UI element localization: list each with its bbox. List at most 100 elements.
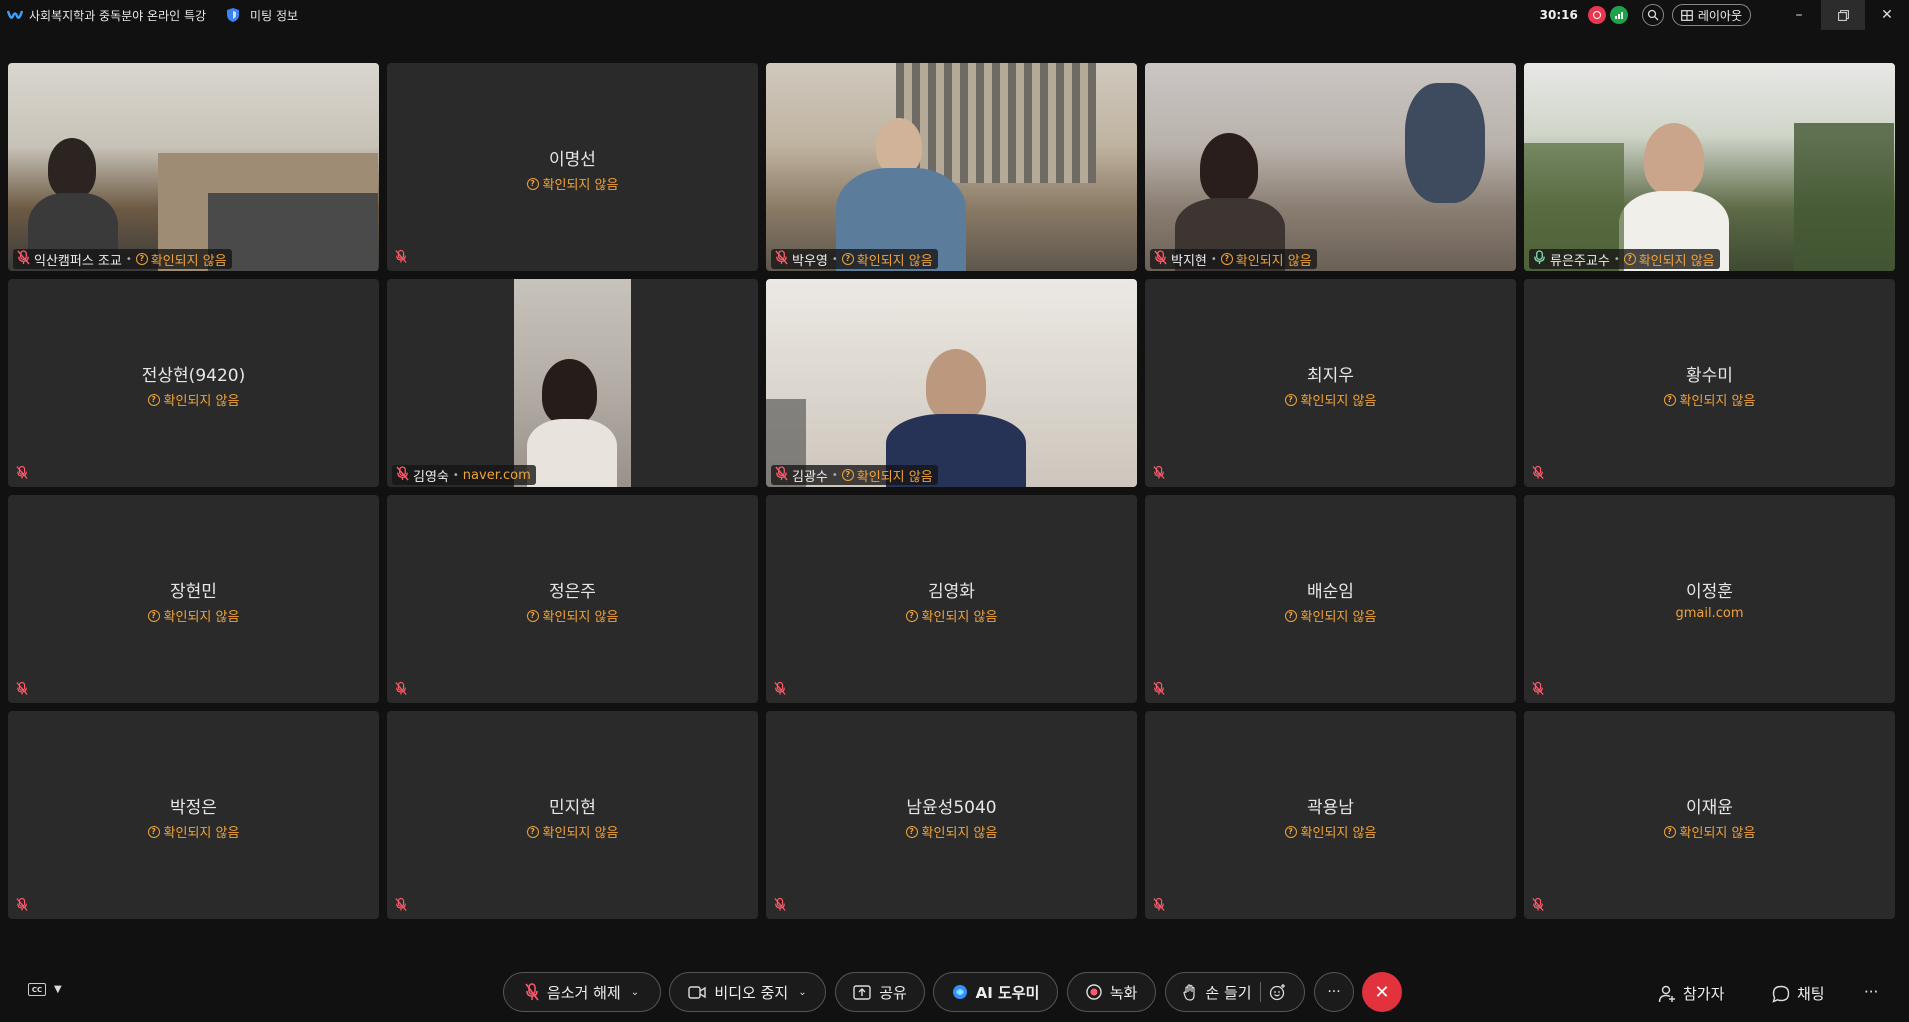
participant-status: ? 확인되지 않음 <box>766 606 1137 625</box>
participant-tile[interactable]: 김영숙 • naver.com <box>387 279 758 487</box>
chat-label: 채팅 <box>1797 985 1825 1003</box>
recording-icon[interactable] <box>1587 6 1606 24</box>
participant-status: ? 확인되지 않음 <box>1145 390 1516 409</box>
participant-tile[interactable]: 전상현(9420)? 확인되지 않음 <box>8 279 379 487</box>
mic-off-icon <box>1532 681 1546 697</box>
more-options-button[interactable]: ··· <box>1314 972 1354 1012</box>
mic-off-icon <box>16 465 30 481</box>
participant-status: naver.com <box>463 468 531 483</box>
mic-off-icon <box>395 897 409 913</box>
ai-assistant-button[interactable]: AI 도우미 <box>933 972 1058 1012</box>
chat-button[interactable]: 채팅 <box>1772 983 1825 1004</box>
meeting-timer: 30:16 <box>1539 8 1578 22</box>
chat-icon <box>1772 985 1790 1003</box>
participant-tile[interactable]: 황수미? 확인되지 않음 <box>1524 279 1895 487</box>
ai-assistant-label: AI 도우미 <box>975 983 1040 1002</box>
participant-tile[interactable]: 곽용남? 확인되지 않음 <box>1145 711 1516 919</box>
mic-off-icon <box>1532 465 1546 481</box>
meeting-info-link[interactable]: 미팅 정보 <box>250 7 298 24</box>
participant-tile[interactable]: 김광수 •? 확인되지 않음 <box>766 279 1137 487</box>
participant-name: 류은주교수 <box>1550 253 1610 269</box>
share-icon <box>853 984 871 1000</box>
raise-hand-button[interactable]: 손 들기 <box>1165 972 1305 1012</box>
participant-name: 민지현 <box>549 798 596 818</box>
participant-name: 박우영 <box>792 253 828 269</box>
participant-tile[interactable]: 이정훈 gmail.com <box>1524 495 1895 703</box>
participant-tile[interactable]: 장현민? 확인되지 않음 <box>8 495 379 703</box>
restore-icon[interactable] <box>1821 0 1865 30</box>
record-button[interactable]: 녹화 <box>1067 972 1156 1012</box>
participant-name: 익산캠퍼스 조교 <box>34 253 122 269</box>
separator-dot: • <box>125 253 132 265</box>
participant-tile[interactable]: 박정은? 확인되지 않음 <box>8 711 379 919</box>
question-icon: ? <box>841 469 854 481</box>
meeting-title: 사회복지학과 중독분야 온라인 특강 <box>29 8 207 23</box>
mic-off-icon <box>775 249 788 269</box>
mic-off-icon <box>1154 249 1167 269</box>
question-icon: ? <box>1663 393 1676 406</box>
participant-name: 이재윤 <box>1686 798 1733 818</box>
ai-assistant-icon <box>952 985 967 999</box>
participant-name: 정은주 <box>549 582 596 602</box>
layout-button[interactable]: 레이아웃 <box>1671 4 1751 26</box>
question-icon: ? <box>905 825 918 838</box>
question-icon: ? <box>1663 825 1676 838</box>
participant-tile[interactable]: 류은주교수 •? 확인되지 않음 <box>1524 63 1895 271</box>
stop-video-button[interactable]: 비디오 중지 ⌄ <box>669 972 826 1012</box>
close-icon[interactable]: ✕ <box>1865 0 1909 30</box>
zoom-icon[interactable] <box>1641 4 1664 26</box>
participant-label: 류은주교수 •? 확인되지 않음 <box>1529 249 1720 269</box>
participant-tile[interactable]: 박우영 •? 확인되지 않음 <box>766 63 1137 271</box>
shield-icon[interactable] <box>224 6 242 24</box>
minimize-icon[interactable]: – <box>1777 0 1821 30</box>
participants-label: 참가자 <box>1683 985 1725 1003</box>
separator-dot: • <box>831 469 838 481</box>
participant-name: 남윤성5040 <box>906 798 997 818</box>
grid-icon <box>1680 9 1693 21</box>
more-right-button[interactable]: ··· <box>1864 983 1878 1001</box>
participant-name: 김광수 <box>792 469 828 485</box>
stop-video-label: 비디오 중지 <box>714 983 789 1002</box>
participants-button[interactable]: 참가자 <box>1658 983 1724 1004</box>
status-text: 확인되지 않음 <box>542 610 619 625</box>
mic-off-icon <box>1153 897 1167 913</box>
participant-status: ? 확인되지 않음 <box>1623 250 1715 269</box>
participant-tile[interactable]: 최지우? 확인되지 않음 <box>1145 279 1516 487</box>
meeting-toolbar: CC ▼ 음소거 해제 ⌄ 비디오 중지 ⌄ 공유 AI 도우미 녹화 손 들기… <box>0 968 1909 1018</box>
end-meeting-button[interactable]: ✕ <box>1362 972 1402 1012</box>
mic-off-icon <box>395 681 409 697</box>
unmute-button[interactable]: 음소거 해제 ⌄ <box>503 972 661 1012</box>
signal-strength-icon[interactable] <box>1609 6 1628 24</box>
participant-tile[interactable]: 민지현? 확인되지 않음 <box>387 711 758 919</box>
participant-label: 박지현 •? 확인되지 않음 <box>1150 249 1317 269</box>
participant-name: 김영화 <box>928 582 975 602</box>
participant-tile[interactable]: 이명선? 확인되지 않음 <box>387 63 758 271</box>
mic-off-icon <box>396 465 409 485</box>
chevron-down-icon[interactable]: ⌄ <box>798 987 806 998</box>
status-text: gmail.com <box>1675 606 1744 621</box>
status-text: 확인되지 않음 <box>1679 394 1756 409</box>
share-button[interactable]: 공유 <box>835 972 925 1012</box>
mic-off-icon <box>17 249 30 269</box>
chevron-down-icon: ▼ <box>54 984 62 995</box>
participant-tile[interactable]: 이재윤? 확인되지 않음 <box>1524 711 1895 919</box>
reactions-icon[interactable] <box>1269 983 1287 1001</box>
closed-captions-button[interactable]: CC ▼ <box>28 983 62 996</box>
participant-tile[interactable]: 박지현 •? 확인되지 않음 <box>1145 63 1516 271</box>
participant-label: 김영숙 • naver.com <box>392 465 536 485</box>
status-text: 확인되지 않음 <box>542 178 619 193</box>
participant-tile[interactable]: 남윤성5040? 확인되지 않음 <box>766 711 1137 919</box>
participant-tile[interactable]: 익산캠퍼스 조교 •? 확인되지 않음 <box>8 63 379 271</box>
status-text: 확인되지 않음 <box>1300 394 1377 409</box>
participant-status: ? 확인되지 않음 <box>387 606 758 625</box>
participant-tile[interactable]: 정은주 ? 확인되지 않음 <box>387 495 758 703</box>
status-text: 확인되지 않음 <box>856 469 933 485</box>
status-text: 확인되지 않음 <box>542 826 619 841</box>
participant-tile[interactable]: 김영화 ? 확인되지 않음 <box>766 495 1137 703</box>
separator-dot: • <box>1613 253 1620 265</box>
mic-on-icon <box>1533 249 1546 269</box>
status-text: 확인되지 않음 <box>1235 253 1312 269</box>
participant-tile[interactable]: 배순임? 확인되지 않음 <box>1145 495 1516 703</box>
chevron-down-icon[interactable]: ⌄ <box>631 987 639 998</box>
status-text: 확인되지 않음 <box>1679 826 1756 841</box>
